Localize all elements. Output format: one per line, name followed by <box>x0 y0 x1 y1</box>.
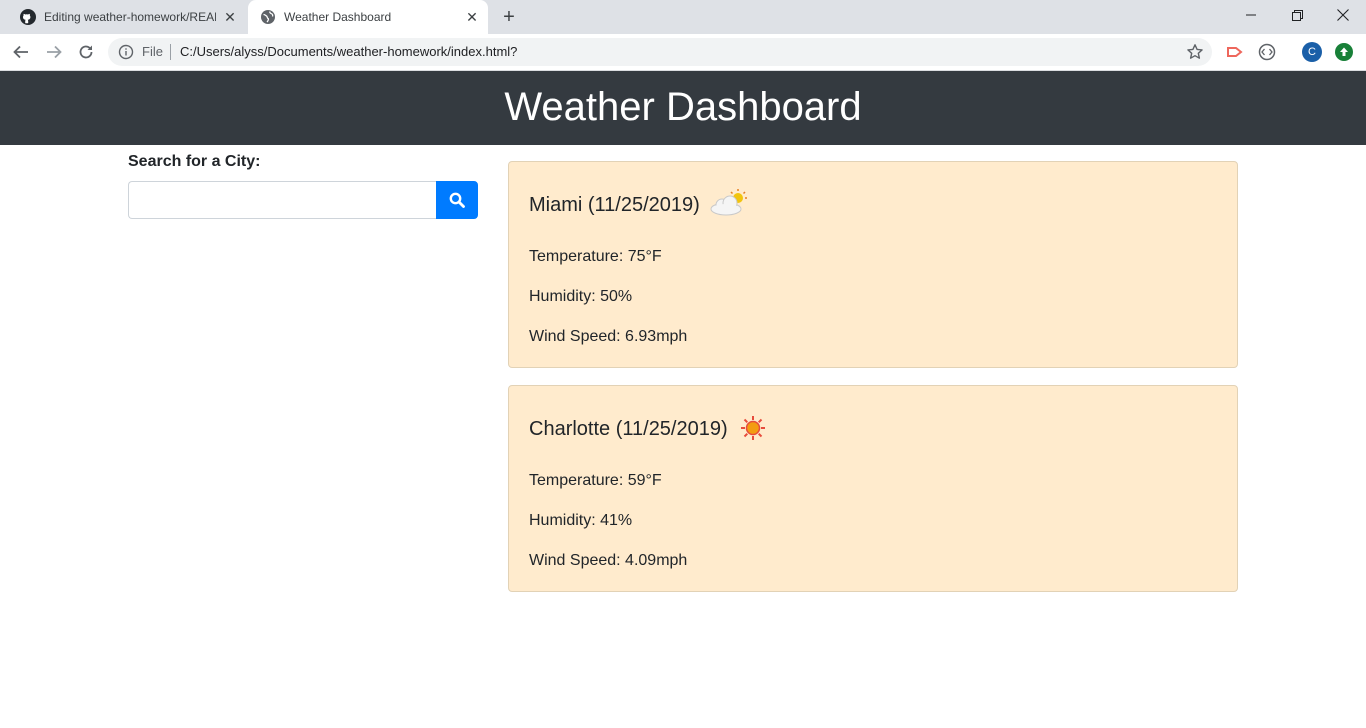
restore-icon[interactable] <box>1274 0 1320 30</box>
new-tab-button[interactable]: + <box>498 6 520 28</box>
city-title: Charlotte (11/25/2019) <box>529 418 728 440</box>
github-icon <box>20 9 36 25</box>
search-button[interactable] <box>436 181 478 219</box>
tab-title: Editing weather-homework/READ <box>44 10 216 24</box>
reload-icon[interactable] <box>74 40 98 64</box>
page-title: Weather Dashboard <box>504 85 862 129</box>
divider <box>170 44 171 60</box>
address-bar[interactable]: File C:/Users/alyss/Documents/weather-ho… <box>108 38 1212 66</box>
bookmark-star-icon[interactable] <box>1186 43 1204 61</box>
city-search-input[interactable] <box>128 181 437 219</box>
extension-arrow-icon[interactable] <box>1225 42 1245 62</box>
temperature-text: Temperature: 75°F <box>529 248 662 265</box>
humidity-text: Humidity: 50% <box>529 288 633 305</box>
close-icon[interactable]: ✕ <box>222 9 238 25</box>
wind-speed-text: Wind Speed: 6.93mph <box>529 328 688 345</box>
weather-card-miami: Miami (11/25/2019) Temperature: 75°F Hum… <box>508 161 1238 368</box>
temperature-text: Temperature: 59°F <box>529 472 662 489</box>
humidity-text: Humidity: 41% <box>529 512 633 529</box>
city-title: Miami (11/25/2019) <box>529 194 700 216</box>
back-icon[interactable] <box>9 40 33 64</box>
close-icon[interactable]: ✕ <box>464 9 480 25</box>
globe-icon <box>261 10 275 24</box>
search-icon <box>449 192 465 208</box>
tab-editing-readme[interactable]: Editing weather-homework/READ ✕ <box>8 0 246 34</box>
tab-weather-dashboard[interactable]: Weather Dashboard ✕ <box>248 0 488 34</box>
page-header: Weather Dashboard <box>0 71 1366 145</box>
url-text[interactable]: C:/Users/alyss/Documents/weather-homewor… <box>180 45 517 59</box>
close-window-icon[interactable] <box>1320 0 1366 30</box>
extension-code-icon[interactable] <box>1257 42 1277 62</box>
profile-avatar[interactable]: C <box>1302 42 1322 62</box>
tab-strip: Editing weather-homework/READ ✕ Weather … <box>0 0 1366 34</box>
forward-icon[interactable] <box>42 40 66 64</box>
sun-icon <box>741 416 765 440</box>
scheme-label: File <box>142 44 163 59</box>
info-icon[interactable] <box>118 44 134 60</box>
minimize-icon[interactable] <box>1228 0 1274 30</box>
partly-cloudy-icon <box>710 189 747 216</box>
search-label: Search for a City: <box>128 153 261 170</box>
weather-card-charlotte: Charlotte (11/25/2019) Temperature: 59°F… <box>508 385 1238 592</box>
tab-title: Weather Dashboard <box>284 10 392 24</box>
browser-toolbar: File C:/Users/alyss/Documents/weather-ho… <box>0 34 1366 71</box>
wind-speed-text: Wind Speed: 4.09mph <box>529 552 688 569</box>
update-icon[interactable] <box>1335 43 1353 61</box>
